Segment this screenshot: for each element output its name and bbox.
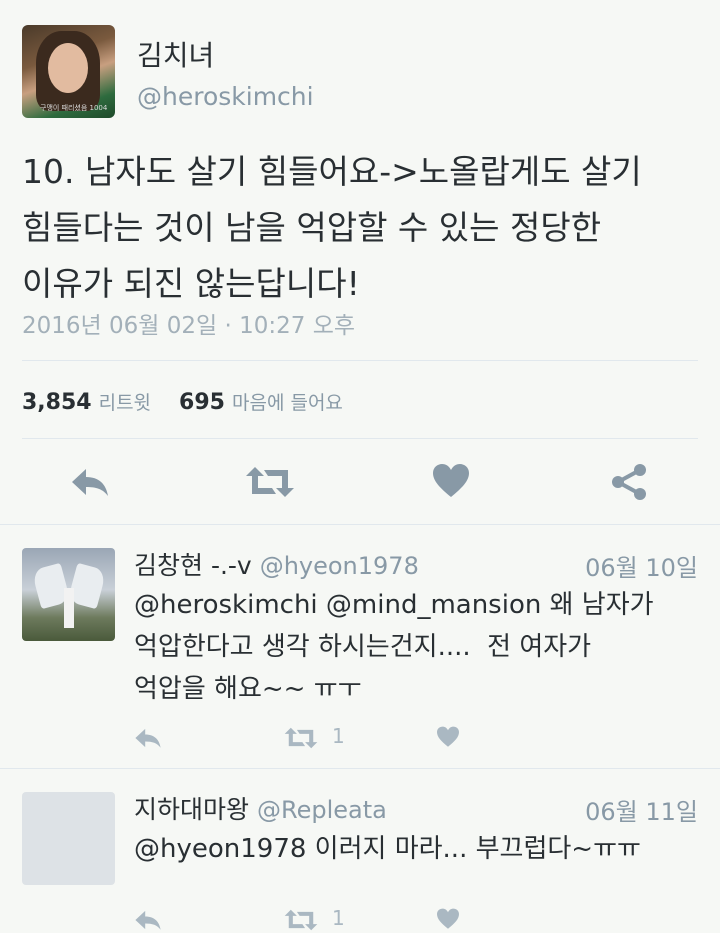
reply-author-handle[interactable]: @hyeon1978 — [260, 552, 419, 580]
author-handle[interactable]: @heroskimchi — [137, 82, 314, 111]
tweet-stats: 3,854 리트윗 695 마음에 들어요 — [22, 388, 343, 415]
retweet-icon[interactable] — [284, 908, 318, 932]
reply-retweet-count: 1 — [332, 724, 345, 748]
tweet-timestamp: 2016년 06월 02일 · 10:27 오후 — [22, 313, 356, 339]
reply-date: 06월 11일 — [585, 798, 698, 826]
tweet-text: 10. 남자도 살기 힘들어요->노올랍게도 살기 힘들다는 것이 남을 억압할… — [22, 152, 642, 303]
reply-author[interactable]: 김창현 -.-v @hyeon1978 — [134, 546, 419, 582]
divider — [22, 438, 698, 439]
like-heart-icon[interactable] — [436, 908, 460, 930]
reply-icon[interactable] — [70, 465, 110, 499]
like-count[interactable]: 695 — [179, 390, 225, 415]
reply-author-name[interactable]: 김창현 -.-v — [134, 551, 252, 580]
retweet-label[interactable]: 리트윗 — [99, 392, 151, 414]
author-name[interactable]: 김치녀 — [137, 34, 214, 74]
reply-avatar[interactable] — [22, 548, 115, 641]
reply-tweet[interactable]: 지하대마왕 @Repleata 06월 11일 @hyeon1978 이러지 마… — [0, 768, 720, 933]
reply-icon[interactable] — [134, 726, 162, 750]
reply-author-handle[interactable]: @Repleata — [257, 796, 387, 824]
retweet-icon[interactable] — [284, 726, 318, 750]
reply-icon[interactable] — [134, 908, 162, 932]
reply-author-name[interactable]: 지하대마왕 — [134, 795, 249, 824]
reply-text: @heroskimchi @mind_mansion 왜 남자가 억압한다고 생… — [134, 590, 654, 704]
retweet-icon[interactable] — [245, 465, 295, 499]
share-icon[interactable] — [610, 463, 648, 501]
person-figure — [64, 588, 74, 628]
author-avatar[interactable]: 구맹이 때리셨음 1004 — [22, 25, 115, 118]
reply-avatar[interactable] — [22, 792, 115, 885]
reply-author[interactable]: 지하대마왕 @Repleata — [134, 790, 387, 826]
like-heart-icon[interactable] — [436, 726, 460, 748]
like-label[interactable]: 마음에 들어요 — [232, 392, 343, 414]
divider — [22, 360, 698, 361]
avatar-face — [48, 43, 88, 93]
reply-retweet-count: 1 — [332, 906, 345, 930]
reply-date: 06월 10일 — [585, 554, 698, 582]
avatar-caption: 구맹이 때리셨음 1004 — [40, 104, 108, 112]
retweet-count[interactable]: 3,854 — [22, 390, 92, 415]
like-heart-icon[interactable] — [432, 463, 470, 499]
reply-text: @hyeon1978 이러지 마라... 부끄럽다~ㅠㅠ — [134, 834, 641, 864]
reply-tweet[interactable]: 김창현 -.-v @hyeon1978 06월 10일 @heroskimchi… — [0, 524, 720, 768]
